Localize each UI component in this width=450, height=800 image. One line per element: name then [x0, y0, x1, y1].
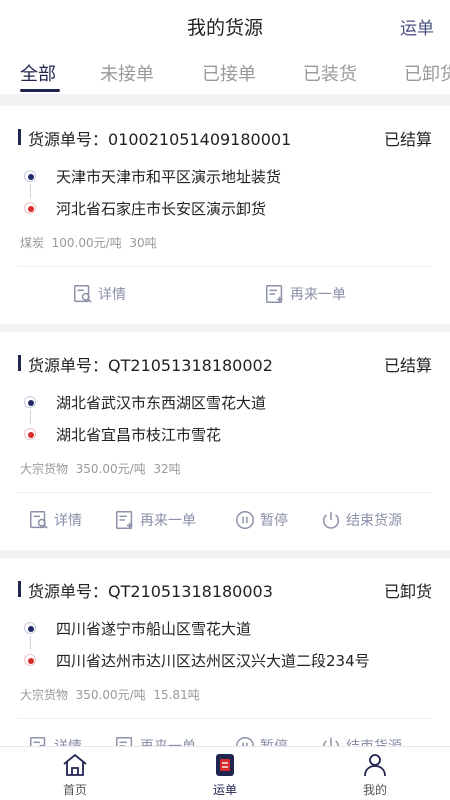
tab-loaded[interactable]: 已装货 — [303, 60, 357, 86]
power-icon — [322, 511, 340, 529]
page-title: 我的货源 — [186, 17, 263, 39]
destination-address: 河北省石家庄市长安区演示卸货 — [56, 200, 267, 218]
pause-button[interactable]: 暂停 — [234, 504, 288, 536]
destination-row: 湖北省宜昌市枝江市雪花 — [22, 422, 432, 446]
cargo-type: 煤炭 — [20, 236, 45, 250]
origin-dot-icon — [24, 622, 36, 634]
card-actions: 详情 再来一单 — [0, 278, 450, 310]
destination-dot-icon — [24, 428, 36, 440]
cargo-price: 350.00元/吨 — [75, 688, 146, 702]
end-cargo-button[interactable]: 结束货源 — [320, 730, 402, 746]
status-badge: 已卸货 — [383, 582, 432, 601]
detail-button[interactable]: 详情 — [28, 730, 82, 746]
destination-dot-icon — [24, 202, 36, 214]
origin-dot-icon — [24, 396, 36, 408]
pause-button[interactable]: 暂停 — [234, 730, 288, 746]
cargo-card: 货源单号：010021051409180001 已结算 天津市天津市和平区演示地… — [0, 106, 450, 324]
destination-row: 河北省石家庄市长安区演示卸货 — [22, 196, 432, 220]
origin-address: 天津市天津市和平区演示地址装货 — [56, 168, 282, 186]
tab-unloaded[interactable]: 已卸货 — [404, 60, 450, 86]
waybill-icon — [216, 754, 234, 776]
card-accent-bar — [18, 129, 21, 145]
cargo-price: 350.00元/吨 — [75, 462, 146, 476]
order-number: 货源单号：QT21051318180002 — [28, 356, 273, 375]
profile-icon — [364, 754, 386, 777]
home-icon — [63, 753, 87, 776]
cargo-meta: 大宗货物 350.00元/吨 32吨 — [20, 460, 181, 477]
card-accent-bar — [18, 581, 21, 597]
detail-icon — [30, 737, 46, 746]
reorder-button[interactable]: 再来一单 — [114, 730, 196, 746]
cargo-card: 货源单号：QT21051318180003 已卸货 四川省遂宁市船山区雪花大道 … — [0, 558, 450, 746]
order-number: 货源单号：010021051409180001 — [28, 130, 292, 149]
card-header: 货源单号：QT21051318180003 已卸货 — [18, 578, 432, 602]
waybill-link[interactable]: 运单 — [400, 14, 434, 39]
card-divider — [18, 492, 432, 493]
card-accent-bar — [18, 355, 21, 371]
detail-button[interactable]: 详情 — [72, 278, 126, 310]
destination-address: 四川省达州市达川区达州区汉兴大道二段234号 — [56, 652, 370, 670]
destination-address: 湖北省宜昌市枝江市雪花 — [56, 426, 222, 444]
active-tab-indicator — [20, 89, 60, 92]
destination-row: 四川省达州市达川区达州区汉兴大道二段234号 — [22, 648, 432, 672]
nav-profile[interactable]: 我的 — [345, 751, 405, 798]
power-icon — [323, 737, 339, 746]
cargo-weight: 30吨 — [129, 236, 157, 250]
origin-row: 四川省遂宁市船山区雪花大道 — [22, 616, 432, 640]
origin-address: 四川省遂宁市船山区雪花大道 — [56, 620, 252, 638]
nav-waybill[interactable]: 运单 — [195, 751, 255, 798]
cargo-type: 大宗货物 — [20, 688, 69, 702]
detail-icon — [74, 285, 92, 303]
cargo-type: 大宗货物 — [20, 462, 69, 476]
tab-all[interactable]: 全部 — [20, 60, 56, 86]
origin-address: 湖北省武汉市东西湖区雪花大道 — [56, 394, 267, 412]
card-divider — [18, 718, 432, 719]
pause-icon — [236, 737, 254, 746]
app-header: 我的货源 运单 — [0, 0, 450, 50]
status-badge: 已结算 — [383, 356, 432, 375]
card-actions: 详情 再来一单 暂停 结束货源 — [0, 730, 450, 746]
destination-dot-icon — [24, 654, 36, 666]
tab-not-accepted[interactable]: 未接单 — [100, 60, 154, 86]
order-number: 货源单号：QT21051318180003 — [28, 582, 273, 601]
bottom-nav: 首页 运单 我的 — [0, 746, 450, 800]
cargo-list: 货源单号：010021051409180001 已结算 天津市天津市和平区演示地… — [0, 100, 450, 746]
end-cargo-button[interactable]: 结束货源 — [320, 504, 402, 536]
reorder-button[interactable]: 再来一单 — [264, 278, 346, 310]
card-header: 货源单号：010021051409180001 已结算 — [18, 126, 432, 150]
cargo-meta: 大宗货物 350.00元/吨 15.81吨 — [20, 686, 200, 703]
pause-icon — [236, 511, 254, 529]
card-header: 货源单号：QT21051318180002 已结算 — [18, 352, 432, 376]
reorder-button[interactable]: 再来一单 — [114, 504, 196, 536]
nav-home[interactable]: 首页 — [45, 751, 105, 798]
card-actions: 详情 再来一单 暂停 结束货源 — [0, 504, 450, 536]
detail-button[interactable]: 详情 — [28, 504, 82, 536]
reorder-icon — [266, 285, 283, 303]
status-badge: 已结算 — [383, 130, 432, 149]
status-tabs: 全部 未接单 已接单 已装货 已卸货 — [0, 50, 450, 94]
cargo-weight: 15.81吨 — [153, 688, 200, 702]
origin-row: 天津市天津市和平区演示地址装货 — [22, 164, 432, 188]
cargo-price: 100.00元/吨 — [51, 236, 122, 250]
origin-row: 湖北省武汉市东西湖区雪花大道 — [22, 390, 432, 414]
reorder-icon — [116, 737, 133, 746]
card-divider — [18, 266, 432, 267]
tab-accepted[interactable]: 已接单 — [202, 60, 256, 86]
cargo-weight: 32吨 — [153, 462, 181, 476]
reorder-icon — [116, 511, 133, 529]
detail-icon — [30, 511, 48, 529]
origin-dot-icon — [24, 170, 36, 182]
cargo-meta: 煤炭 100.00元/吨 30吨 — [20, 234, 157, 251]
cargo-card: 货源单号：QT21051318180002 已结算 湖北省武汉市东西湖区雪花大道… — [0, 332, 450, 550]
